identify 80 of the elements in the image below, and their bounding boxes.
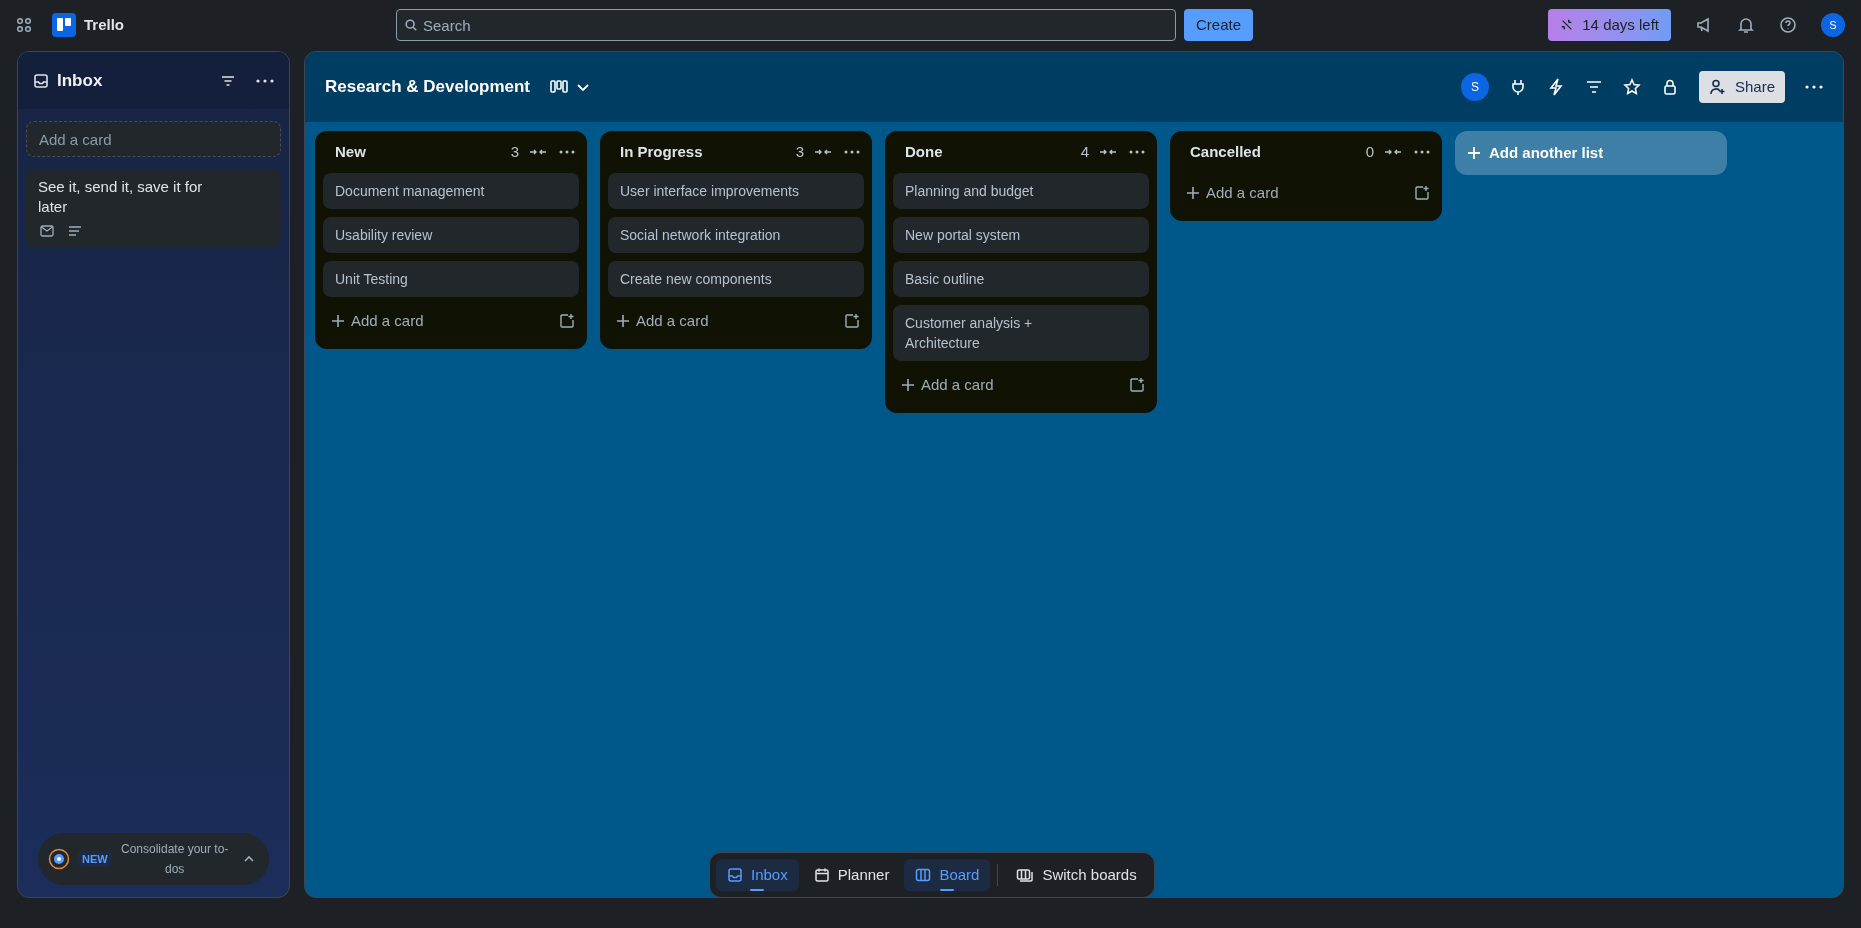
collapse-icon[interactable] (814, 147, 832, 157)
promo-banner[interactable]: NEW Consolidate your to-dos (38, 833, 269, 885)
add-card-button[interactable]: Add a card (901, 373, 1129, 397)
bell-icon[interactable] (1737, 16, 1755, 34)
plus-icon (901, 378, 915, 392)
add-card-button[interactable]: Add a card (1186, 181, 1414, 205)
card-count: 3 (795, 141, 804, 162)
card[interactable]: Planning and budget (893, 173, 1149, 209)
card[interactable]: Usability review (323, 217, 579, 253)
card-count: 4 (1080, 141, 1089, 162)
more-icon[interactable] (559, 150, 575, 154)
caret-icon[interactable] (243, 855, 255, 863)
target-icon (48, 848, 70, 870)
nav-tab[interactable]: Planner (802, 859, 901, 891)
app-name[interactable]: Trello (84, 13, 124, 37)
card-count: 0 (1365, 141, 1374, 162)
list-title[interactable]: In Progress (620, 140, 796, 164)
card[interactable]: Customer analysis + Architecture (893, 305, 1149, 361)
create-button[interactable]: Create (1184, 9, 1254, 41)
panel-title: Inbox (57, 69, 103, 92)
add-list-button[interactable]: Add another list (1455, 131, 1727, 175)
inbox-icon (33, 72, 49, 89)
search-field[interactable]: Search (396, 9, 1176, 41)
template-icon[interactable] (1129, 377, 1145, 393)
star-icon[interactable] (1622, 78, 1641, 96)
trial-badge[interactable]: 14 days left (1548, 9, 1671, 41)
share-button[interactable]: Share (1698, 71, 1785, 103)
nav-tab[interactable]: Board (904, 859, 991, 891)
calendar-icon (813, 867, 830, 883)
collapse-icon[interactable] (529, 147, 547, 157)
promo-text: Consolidate your to-dos (119, 841, 230, 878)
template-icon[interactable] (559, 313, 575, 329)
plus-icon (1186, 186, 1200, 200)
nav-tab[interactable]: Inbox (716, 859, 799, 891)
plus-icon (1467, 146, 1481, 160)
more-icon[interactable] (1414, 150, 1430, 154)
mail-icon (40, 225, 54, 237)
switch-boards-icon (1016, 867, 1035, 883)
inbox-icon (727, 867, 743, 883)
help-icon[interactable] (1779, 16, 1797, 34)
collapse-icon[interactable] (1099, 147, 1117, 157)
add-card-button[interactable]: Add a card (616, 309, 844, 333)
board-title[interactable]: Research & Development (325, 74, 531, 100)
list-title[interactable]: Done (905, 140, 1081, 164)
add-person-icon (1708, 78, 1727, 96)
add-card-button[interactable]: Add a card (331, 309, 559, 333)
card[interactable]: User interface improvements (608, 173, 864, 209)
more-icon[interactable] (844, 150, 860, 154)
card-count: 3 (510, 141, 519, 162)
list-title[interactable]: Cancelled (1190, 140, 1366, 164)
more-icon[interactable] (1805, 85, 1823, 89)
more-icon[interactable] (256, 78, 274, 83)
list-title[interactable]: New (335, 140, 511, 164)
filter-icon[interactable] (1584, 78, 1603, 96)
more-icon[interactable] (1129, 150, 1145, 154)
board-view-icon[interactable] (550, 79, 569, 95)
card[interactable]: Create new components (608, 261, 864, 297)
card[interactable]: Unit Testing (323, 261, 579, 297)
plus-icon (331, 314, 345, 328)
template-icon[interactable] (1414, 185, 1430, 201)
card[interactable]: Basic outline (893, 261, 1149, 297)
search-icon (404, 18, 418, 32)
add-card-field[interactable]: Add a card (26, 121, 281, 157)
apps-grid-icon[interactable] (16, 17, 32, 33)
nav-tab[interactable]: Switch boards (1005, 859, 1148, 891)
chevron-down-icon[interactable] (576, 82, 591, 92)
inbox-card[interactable]: See it, send it, save it for later (26, 169, 281, 247)
card[interactable]: New portal system (893, 217, 1149, 253)
collapse-icon[interactable] (1384, 147, 1402, 157)
card-title: See it, send it, save it for later (38, 177, 204, 217)
member-avatar[interactable]: S (1460, 73, 1489, 101)
new-badge: NEW (78, 850, 112, 868)
description-icon (68, 225, 82, 237)
board-icon (915, 867, 932, 883)
user-avatar[interactable]: S (1821, 13, 1845, 37)
plus-icon (616, 314, 630, 328)
logo-icon (52, 13, 76, 37)
card[interactable]: Document management (323, 173, 579, 209)
card[interactable]: Social network integration (608, 217, 864, 253)
template-icon[interactable] (844, 313, 860, 329)
